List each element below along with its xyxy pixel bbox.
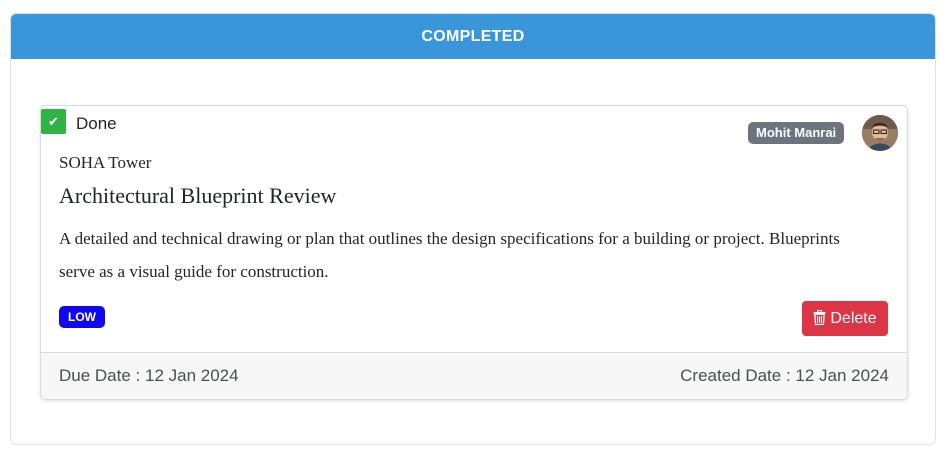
task-description: A detailed and technical drawing or plan… [59, 229, 840, 281]
created-date: Created Date : 12 Jan 2024 [680, 366, 889, 385]
task-card[interactable]: ✔ Done Mohit Manrai SOHA Tower Architect… [40, 105, 908, 400]
card-footer: Due Date : 12 Jan 2024 Created Date : 12… [41, 352, 907, 399]
task-title: Architectural Blueprint Review [59, 183, 337, 208]
column-header: COMPLETED [11, 14, 935, 59]
project-name: SOHA Tower [59, 153, 152, 172]
avatar [862, 115, 898, 151]
trash-icon [813, 309, 826, 326]
priority-badge: LOW [59, 306, 105, 328]
delete-label: Delete [830, 310, 877, 327]
check-icon[interactable]: ✔ [41, 109, 66, 134]
due-date: Due Date : 12 Jan 2024 [59, 366, 239, 385]
delete-button[interactable]: Delete [802, 301, 888, 336]
assignee-badge: Mohit Manrai [748, 122, 845, 144]
status-label: Done [76, 114, 117, 133]
completed-column: COMPLETED ✔ Done Mohit Manrai SOHA Tower… [10, 13, 936, 445]
